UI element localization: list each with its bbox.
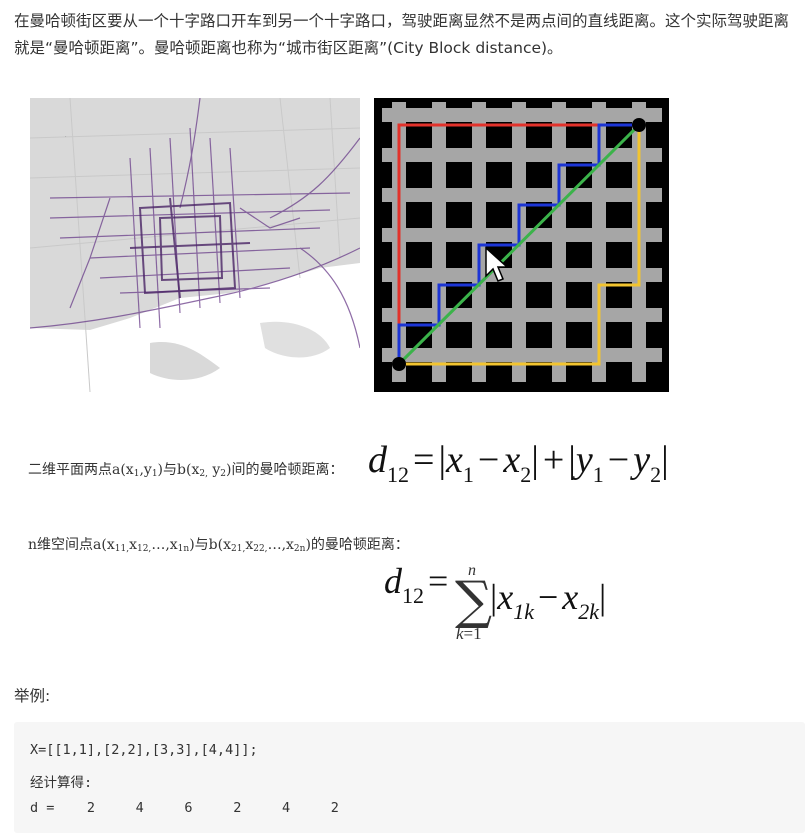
intro-paragraph: 在曼哈顿街区要从一个十字路口开车到另一个十字路口，驾驶距离显然不是两点间的直线距… bbox=[14, 12, 790, 57]
map-drawing: · bbox=[30, 98, 360, 392]
label-text: 与 bbox=[194, 537, 209, 553]
label-sub: 11, bbox=[114, 544, 130, 554]
formula-sub: 2 bbox=[650, 462, 662, 487]
formula-var: x bbox=[503, 439, 521, 481]
formula-2d-label: 二维平面两点a(x1,y1)与b(x2, y2)间的曼哈顿距离： bbox=[28, 459, 344, 479]
sum-index-start: =1 bbox=[463, 624, 482, 643]
example-label: 举例: bbox=[14, 687, 51, 705]
grid-drawing bbox=[374, 98, 669, 392]
formula-var: y bbox=[575, 439, 593, 481]
minus-sign: − bbox=[607, 439, 630, 481]
abs-bar: | bbox=[599, 577, 607, 617]
summation-sign: ∑ bbox=[455, 571, 493, 631]
abs-bar: | bbox=[568, 439, 576, 481]
formula-sub: 1 bbox=[592, 462, 604, 487]
formula-sub: 2 bbox=[520, 462, 532, 487]
label-sub: 22, bbox=[253, 544, 268, 554]
formula-2d: d12 = |x1− x2| + |y1− y2| bbox=[368, 438, 669, 488]
label-text: b(x bbox=[208, 537, 231, 553]
formula-sub: 1 bbox=[462, 462, 474, 487]
label-text: y bbox=[207, 462, 221, 478]
label-sub: 1n bbox=[177, 544, 190, 554]
minus-sign: − bbox=[537, 577, 559, 617]
sum-index: k bbox=[456, 624, 464, 643]
label-text: n维空间点 bbox=[28, 537, 94, 553]
label-text: 二维平面两点 bbox=[28, 462, 112, 478]
formula-var: y bbox=[633, 439, 651, 481]
label-text: a(x bbox=[93, 537, 115, 553]
formula-nd-rhs: |x1k − x2k| bbox=[490, 576, 606, 625]
formula-sub: 12 bbox=[402, 583, 424, 608]
formula-var: x bbox=[497, 577, 514, 617]
formula-var: x bbox=[562, 577, 579, 617]
manhattan-grid-paths-image bbox=[374, 98, 669, 392]
label-text: …,x bbox=[151, 537, 178, 553]
label-text: b(x bbox=[177, 462, 200, 478]
label-sub: 2, bbox=[199, 469, 208, 479]
label-text: 与 bbox=[163, 462, 178, 478]
formula-nd-label: n维空间点a(x11,x12,…,x1n)与b(x21,x22,…,x2n)的曼… bbox=[28, 534, 409, 554]
abs-bar: | bbox=[531, 439, 539, 481]
label-sub: 12, bbox=[136, 544, 152, 554]
sum-lower-limit: k=1 bbox=[456, 624, 482, 644]
minus-sign: − bbox=[477, 439, 500, 481]
abs-bar: | bbox=[438, 439, 447, 481]
abs-bar: | bbox=[661, 439, 669, 481]
code-line: X=[[1,1],[2,2],[3,3],[4,4]]; bbox=[30, 742, 258, 758]
equals-sign: = bbox=[413, 439, 435, 481]
label-text: 的曼哈顿距离： bbox=[310, 537, 409, 553]
code-block: X=[[1,1],[2,2],[3,3],[4,4]]; 经计算得: d = 2… bbox=[14, 722, 805, 833]
equals-sign: = bbox=[428, 561, 449, 601]
plus-sign: + bbox=[542, 439, 565, 481]
label-text: ,y bbox=[139, 462, 152, 478]
formula-var: d bbox=[384, 561, 402, 601]
formula-sub: 1k bbox=[513, 599, 534, 624]
label-text: a(x bbox=[112, 462, 134, 478]
code-line: d = 2 4 6 2 4 2 bbox=[30, 800, 339, 816]
label-text: x bbox=[129, 537, 137, 553]
formula-sub: 12 bbox=[387, 462, 409, 487]
label-sub: 2n bbox=[293, 544, 306, 554]
formula-nd-lhs: d12 = bbox=[384, 560, 452, 609]
formula-var: x bbox=[446, 439, 463, 481]
sum-upper-limit: n bbox=[468, 562, 476, 579]
formula-var: d bbox=[368, 439, 387, 481]
label-text: 间的曼哈顿距离： bbox=[231, 462, 344, 478]
code-line: 经计算得: bbox=[30, 775, 93, 791]
label-sub: 21, bbox=[231, 544, 246, 554]
formula-sub: 2k bbox=[578, 599, 600, 624]
label-text: …,x bbox=[267, 537, 294, 553]
city-trajectory-map-image: · bbox=[30, 98, 360, 392]
